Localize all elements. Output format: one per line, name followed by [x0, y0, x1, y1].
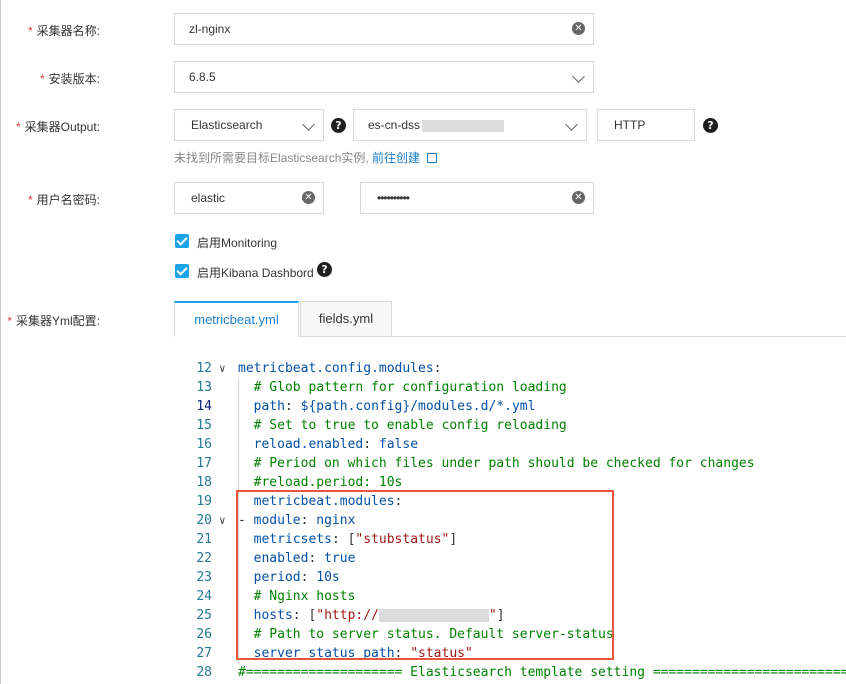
line-number: 15 [196, 418, 212, 433]
output-label: * 采集器Output: [15, 120, 100, 134]
help-icon[interactable]: ? [703, 118, 718, 133]
external-link-icon[interactable] [427, 153, 438, 163]
line-number: 22 [196, 551, 212, 566]
line-number: 18 [196, 475, 212, 490]
line-number: 12 [196, 361, 212, 376]
chevron-down-icon [572, 70, 585, 83]
collector-name-input[interactable]: zl-nginx ✕ [174, 13, 594, 45]
output-hint: 未找到所需要目标Elasticsearch实例, 前往创建 [174, 149, 438, 166]
output-instance-select[interactable]: es-cn-dss [353, 109, 587, 141]
output-protocol-field[interactable]: HTTP [597, 109, 695, 141]
code-text: metricbeat.config.modules: [238, 361, 442, 376]
line-number: 14 [196, 399, 212, 414]
code-text: reload.enabled: false [253, 437, 419, 452]
chevron-down-icon [565, 118, 578, 131]
redacted-area [422, 119, 505, 132]
code-line[interactable]: 13 # Glob pattern for configuration load… [174, 378, 846, 397]
kibana-checkbox[interactable] [175, 264, 189, 278]
code-line[interactable]: 28 #==================== Elasticsearch te… [174, 663, 846, 682]
monitoring-checkbox[interactable] [175, 234, 189, 248]
line-number: 13 [196, 380, 212, 395]
fold-chevron-icon[interactable]: ∨ [219, 511, 226, 530]
line-number: 28 [196, 665, 212, 680]
clear-icon[interactable]: ✕ [572, 22, 585, 35]
line-number: 21 [196, 532, 212, 547]
line-number: 27 [196, 646, 212, 661]
code-text: # Period on which files under path shoul… [253, 456, 755, 471]
code-line[interactable]: 12 ∨ metricbeat.config.modules: [174, 359, 846, 378]
create-instance-link[interactable]: 前往创建 [372, 151, 420, 165]
chevron-down-icon [302, 118, 315, 131]
line-number: 24 [196, 589, 212, 604]
yml-config-label: * 采集器Yml配置: [7, 314, 100, 328]
version-label: * 安装版本: [39, 72, 100, 86]
collector-name-label: * 采集器名称: [27, 24, 100, 38]
tab-fields-yml[interactable]: fields.yml [300, 301, 392, 337]
clear-icon[interactable]: ✕ [302, 191, 315, 204]
highlight-box [236, 490, 614, 660]
code-text: #==================== Elasticsearch temp… [238, 665, 846, 680]
output-type-select[interactable]: Elasticsearch [174, 109, 324, 141]
line-number: 16 [196, 437, 212, 452]
line-number: 17 [196, 456, 212, 471]
code-text: # Glob pattern for configuration loading [253, 380, 567, 395]
line-number: 23 [196, 570, 212, 585]
fold-chevron-icon[interactable]: ∨ [219, 359, 226, 378]
code-text: path: ${path.config}/modules.d/*.yml [253, 399, 536, 414]
line-number: 19 [196, 494, 212, 509]
help-icon[interactable]: ? [317, 262, 332, 277]
line-number: 26 [196, 627, 212, 642]
code-text: # Set to true to enable config reloading [253, 418, 567, 433]
tab-metricbeat-yml[interactable]: metricbeat.yml [174, 301, 299, 337]
version-select[interactable]: 6.8.5 [174, 61, 594, 93]
monitoring-label: 启用Monitoring [197, 236, 278, 250]
line-number: 20 [196, 513, 212, 528]
code-line[interactable]: 17 # Period on which files under path sh… [174, 454, 846, 473]
line-number: 25 [196, 608, 212, 623]
credentials-label: * 用户名密码: [27, 193, 100, 207]
clear-icon[interactable]: ✕ [572, 191, 585, 204]
kibana-label: 启用Kibana Dashbord [197, 266, 314, 280]
help-icon[interactable]: ? [331, 118, 346, 133]
username-input[interactable]: elastic ✕ [174, 182, 324, 214]
code-line[interactable]: 14 path: ${path.config}/modules.d/*.yml [174, 397, 846, 416]
code-line[interactable]: 15 # Set to true to enable config reload… [174, 416, 846, 435]
code-line[interactable]: 16 reload.enabled: false [174, 435, 846, 454]
password-input[interactable]: •••••••••• ✕ [360, 182, 594, 214]
